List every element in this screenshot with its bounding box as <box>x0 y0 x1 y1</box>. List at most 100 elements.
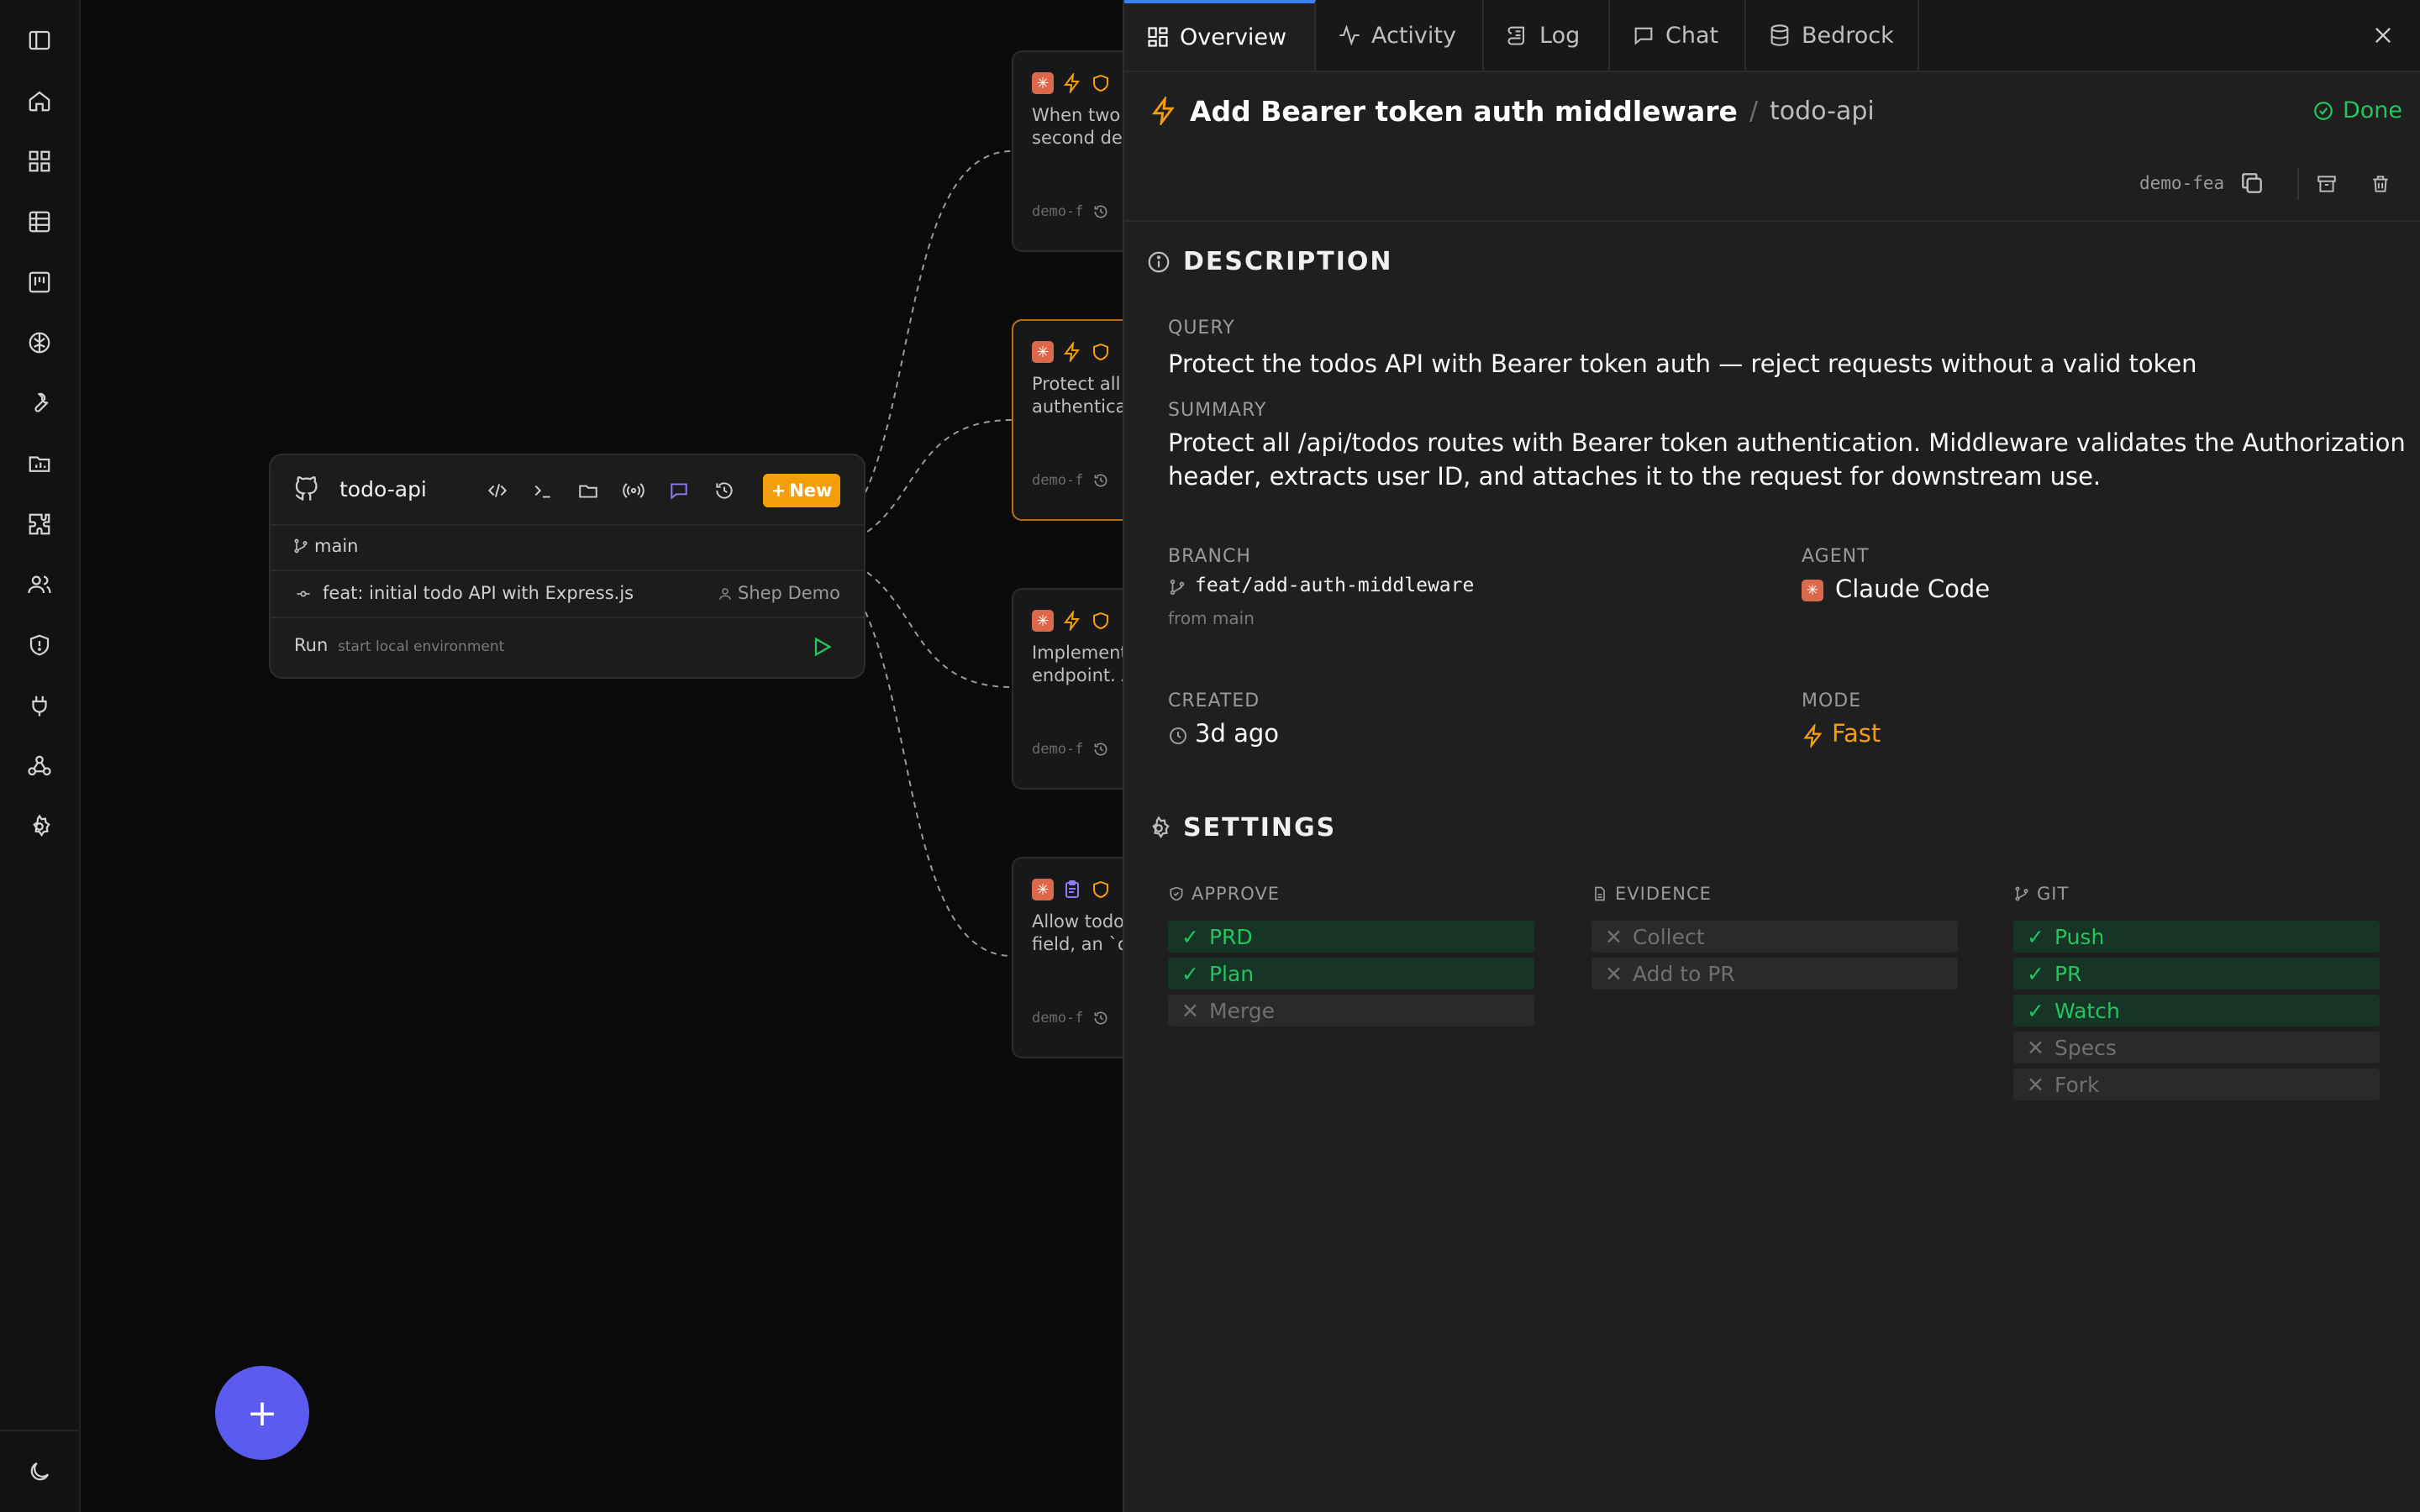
feature-card[interactable]: ✳ Protect all authentica demo-f <box>1012 319 1133 521</box>
wrench-icon[interactable] <box>23 386 56 420</box>
branch-label: BRANCH <box>1168 546 1251 567</box>
webhook-icon[interactable] <box>23 749 56 783</box>
code-icon[interactable] <box>484 477 511 504</box>
feature-card-branch: demo-f <box>1032 741 1084 758</box>
clock-icon <box>1168 726 1188 746</box>
git-label: GIT <box>2037 884 2070 904</box>
feature-card[interactable]: ✳ When two second del demo-f <box>1012 50 1133 252</box>
repo-name: todo-api <box>339 477 427 501</box>
chip-label: Fork <box>2054 1072 2100 1097</box>
puzzle-icon[interactable] <box>23 507 56 541</box>
toggle-git-watch[interactable]: ✓ Watch <box>2013 995 2380 1026</box>
terminal-icon[interactable] <box>529 477 556 504</box>
tab-overview[interactable]: Overview <box>1124 0 1316 71</box>
scroll-icon <box>1507 26 1525 45</box>
file-icon <box>1595 886 1605 901</box>
toggle-approve-plan[interactable]: ✓ Plan <box>1168 958 1534 990</box>
trash-icon[interactable] <box>2370 173 2391 195</box>
mode-label: MODE <box>1802 690 1862 711</box>
toggle-git-fork[interactable]: ✕ Fork <box>2013 1068 2380 1100</box>
feature-card-text: Implement endpoint. A <box>1032 643 1131 685</box>
table-icon[interactable] <box>23 205 56 239</box>
repo-branch: main <box>314 536 359 556</box>
close-icon[interactable] <box>2366 18 2400 52</box>
sidebar-toggle-icon[interactable] <box>23 24 56 57</box>
actions-divider <box>2297 168 2299 200</box>
history-icon[interactable] <box>1092 472 1109 489</box>
repo-card[interactable]: todo-api + New main feat: initial todo A… <box>269 454 865 679</box>
branch-short: demo-fea <box>2139 173 2225 193</box>
feature-card-text: When two second del <box>1032 105 1128 148</box>
brain-icon[interactable] <box>23 326 56 360</box>
settings-heading: SETTINGS <box>1146 813 1336 843</box>
archive-icon[interactable] <box>2316 173 2338 195</box>
dashboard-icon[interactable] <box>23 144 56 178</box>
settings-gear-icon[interactable] <box>23 810 56 843</box>
toggle-evidence-collect[interactable]: ✕ Collect <box>1591 921 1958 953</box>
feature-card[interactable]: ✳ Implement endpoint. A demo-f <box>1012 588 1133 790</box>
x-icon: ✕ <box>1605 961 1623 986</box>
claude-icon: ✳ <box>1032 72 1054 94</box>
git-branch-icon <box>1168 578 1186 596</box>
add-feature-fab[interactable]: + <box>215 1366 309 1460</box>
new-feature-button[interactable]: + New <box>763 474 840 507</box>
toggle-evidence-add-to-pr[interactable]: ✕ Add to PR <box>1591 958 1958 990</box>
toggle-git-specs[interactable]: ✕ Specs <box>2013 1032 2380 1063</box>
grid-icon <box>1148 27 1168 47</box>
toggle-approve-merge[interactable]: ✕ Merge <box>1168 995 1534 1026</box>
play-icon[interactable] <box>810 635 834 659</box>
breadcrumb-repo[interactable]: todo-api <box>1770 97 1875 126</box>
header-divider <box>1124 220 2420 222</box>
tab-bedrock[interactable]: Bedrock <box>1746 0 1919 71</box>
board-icon[interactable] <box>23 265 56 299</box>
history-icon[interactable] <box>1092 1010 1109 1026</box>
chat-icon[interactable] <box>666 477 692 504</box>
home-icon[interactable] <box>23 84 56 118</box>
tab-label: Log <box>1539 22 1581 49</box>
panel-tabs: Overview Activity Log Chat Bedrock <box>1124 0 2420 72</box>
users-icon[interactable] <box>23 568 56 601</box>
tab-label: Activity <box>1371 22 1456 49</box>
toggle-git-push[interactable]: ✓ Push <box>2013 921 2380 953</box>
history-icon[interactable] <box>1092 741 1109 758</box>
repo-card-header: todo-api + New <box>271 455 864 524</box>
reports-icon[interactable] <box>23 447 56 480</box>
moon-icon[interactable] <box>23 1455 56 1488</box>
tab-activity[interactable]: Activity <box>1316 0 1484 71</box>
new-button-label: New <box>789 480 833 501</box>
summary-line-1: Protect all /api/todos routes with Beare… <box>1168 428 2406 457</box>
commit-author: Shep Demo <box>738 583 840 603</box>
tab-log[interactable]: Log <box>1484 0 1610 71</box>
folder-icon[interactable] <box>575 477 602 504</box>
tab-chat[interactable]: Chat <box>1610 0 1746 71</box>
sidebar-divider <box>0 1430 79 1431</box>
created-label: CREATED <box>1168 690 1260 711</box>
graph-canvas[interactable]: todo-api + New main feat: initial todo A… <box>81 0 1133 1512</box>
feature-card-icons: ✳ <box>1032 879 1111 900</box>
history-icon[interactable] <box>711 477 738 504</box>
repo-branch-row: main <box>271 524 864 571</box>
branch-name[interactable]: feat/add-auth-middleware <box>1195 575 1474 596</box>
toggle-approve-prd[interactable]: ✓ PRD <box>1168 921 1534 953</box>
copy-icon[interactable] <box>2238 170 2265 197</box>
check-icon: ✓ <box>2027 998 2044 1023</box>
claude-icon: ✳ <box>1032 341 1054 363</box>
query-text: Protect the todos API with Bearer token … <box>1168 349 2197 378</box>
feature-card-branch: demo-f <box>1032 203 1084 220</box>
chip-label: PRD <box>1208 924 1253 949</box>
shield-icon[interactable] <box>23 628 56 662</box>
broadcast-icon[interactable] <box>620 477 647 504</box>
bolt-icon <box>1064 342 1080 362</box>
github-icon <box>292 475 321 504</box>
query-label: QUERY <box>1168 318 1235 339</box>
toggle-git-pr[interactable]: ✓ PR <box>2013 958 2380 990</box>
plug-icon[interactable] <box>23 689 56 722</box>
history-icon[interactable] <box>1092 203 1109 220</box>
agent-name: Claude Code <box>1835 575 1991 603</box>
panel-actions: demo-fea <box>1124 165 2420 222</box>
feature-card[interactable]: ✳ Allow todos field, an `o demo-f <box>1012 857 1133 1058</box>
feature-card-icons: ✳ <box>1032 341 1111 363</box>
plus-icon: + <box>246 1391 278 1435</box>
check-icon: ✓ <box>2027 924 2044 949</box>
repo-commit-row: feat: initial todo API with Express.js S… <box>271 570 864 618</box>
